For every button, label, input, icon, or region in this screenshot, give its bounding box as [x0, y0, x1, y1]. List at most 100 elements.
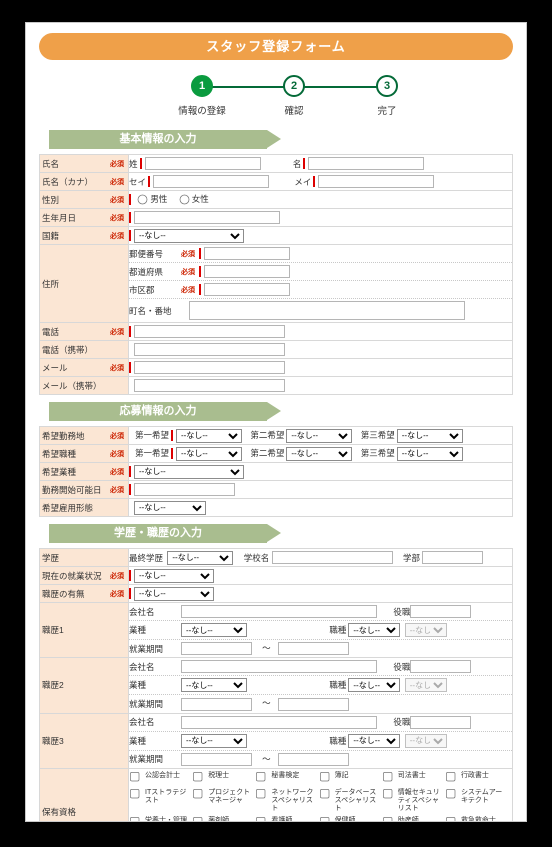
job-choice3-select[interactable]: --なし-- [396, 446, 463, 461]
place-choice1-select[interactable]: --なし-- [176, 428, 242, 443]
school-name-input[interactable] [271, 551, 393, 564]
label-choice2: 第二希望 [250, 429, 285, 440]
mei-input[interactable] [308, 157, 425, 170]
table-row-address: 住所 郵便番号 必須 都道府県 必須 市区郡 必須 町名・番地 [39, 244, 513, 323]
career-1-period-from-input[interactable] [181, 642, 252, 656]
license-checkbox-input-2[interactable] [256, 771, 266, 782]
license-label-4: 司法書士 [397, 771, 426, 779]
career-2-company-input[interactable] [181, 660, 377, 674]
license-checkbox-17[interactable]: 救急救命士 [445, 815, 508, 821]
final-education-select[interactable]: --なし-- [167, 550, 234, 565]
city-input[interactable] [204, 283, 290, 296]
license-checkbox-input-10[interactable] [382, 788, 393, 799]
license-checkbox-input-17[interactable] [445, 816, 456, 821]
sei-input[interactable] [144, 157, 261, 170]
career-3-industry-select[interactable]: --なし-- [181, 733, 247, 748]
license-checkbox-input-8[interactable] [256, 788, 266, 799]
license-checkbox-14[interactable]: 看護師 [255, 815, 318, 821]
license-checkbox-input-0[interactable] [130, 771, 140, 782]
license-checkbox-3[interactable]: 簿記 [319, 770, 382, 787]
career-2-period-from-input[interactable] [181, 697, 252, 711]
career-3-jobtype-sub-select[interactable]: --なし-- [404, 733, 447, 748]
radio-female[interactable]: 女性 [178, 194, 209, 205]
license-checkbox-13[interactable]: 薬剤師 [192, 815, 255, 821]
career-2-period-to-input[interactable] [278, 697, 350, 711]
license-checkbox-16[interactable]: 助産師 [382, 815, 445, 821]
step-2-circle[interactable]: 2 [283, 75, 305, 97]
radio-male-input[interactable] [138, 194, 148, 205]
career-1-jobtype-select[interactable]: --なし-- [348, 623, 401, 637]
career-1-company-input[interactable] [181, 605, 377, 618]
sei-kana-input[interactable] [153, 175, 270, 188]
license-checkbox-input-13[interactable] [193, 816, 203, 821]
license-checkbox-input-1[interactable] [193, 771, 203, 782]
license-checkbox-input-7[interactable] [193, 788, 203, 799]
career-2-industry-select[interactable]: --なし-- [181, 678, 247, 693]
license-checkbox-input-16[interactable] [382, 816, 393, 821]
field-address: 郵便番号 必須 都道府県 必須 市区郡 必須 町名・番地 [128, 244, 513, 323]
job-choice2-select[interactable]: --なし-- [286, 446, 353, 461]
career-1-jobtype-sub-select[interactable]: --なし-- [404, 623, 447, 637]
start-date-input[interactable] [134, 483, 235, 496]
license-checkbox-4[interactable]: 司法書士 [382, 770, 445, 787]
birth-input[interactable] [134, 211, 280, 224]
tel-input[interactable] [134, 325, 285, 338]
career-3-company-input[interactable] [181, 715, 377, 729]
step-1-circle[interactable]: 1 [191, 75, 213, 97]
career-2-position-input[interactable] [410, 660, 472, 674]
radio-female-input[interactable] [179, 194, 190, 205]
town-textarea[interactable] [189, 301, 465, 320]
has-career-select[interactable]: --なし-- [134, 586, 214, 601]
zip-input[interactable] [204, 247, 290, 260]
label-career-3: 職歴3 [39, 712, 129, 769]
license-checkbox-12[interactable]: 栄養士・管理栄養士 [129, 815, 192, 821]
license-checkbox-2[interactable]: 秘書検定 [255, 770, 318, 787]
mei-kana-input[interactable] [318, 175, 435, 188]
license-checkbox-10[interactable]: 情報セキュリティスペシャリスト [382, 787, 445, 815]
career-2-jobtype-sub-select[interactable]: --なし-- [404, 678, 447, 693]
license-checkbox-9[interactable]: データベーススペシャリスト [319, 787, 382, 815]
job-choice1-select[interactable]: --なし-- [176, 446, 242, 461]
license-checkbox-input-12[interactable] [130, 816, 140, 821]
mail-mobile-input[interactable] [134, 379, 285, 392]
field-licenses: 公認会計士 税理士 秘書検定 簿記 司法書士 行政書士 ITストラテジスト プロジェクトマネー… [128, 767, 513, 821]
place-choice2-select[interactable]: --なし-- [286, 428, 353, 443]
career-3-jobtype-select[interactable]: --なし-- [348, 733, 401, 748]
career-1-position-input[interactable] [410, 605, 472, 618]
employment-status-select[interactable]: --なし-- [134, 568, 214, 583]
tel-mobile-input[interactable] [134, 343, 285, 356]
license-checkbox-8[interactable]: ネットワークスペシャリスト [255, 787, 318, 815]
career-3-position-input[interactable] [410, 715, 472, 729]
step-3-circle[interactable]: 3 [376, 75, 398, 97]
license-checkbox-0[interactable]: 公認会計士 [129, 770, 192, 787]
label-tel-mobile: 電話（携帯） [39, 340, 129, 359]
license-checkbox-input-9[interactable] [319, 788, 329, 799]
license-checkbox-11[interactable]: システムアーキテクト [445, 787, 508, 815]
mail-input[interactable] [134, 361, 285, 374]
license-checkbox-7[interactable]: プロジェクトマネージャ [192, 787, 255, 815]
license-checkbox-input-15[interactable] [319, 816, 329, 821]
license-checkbox-1[interactable]: 税理士 [192, 770, 255, 787]
license-checkbox-15[interactable]: 保健師 [319, 815, 382, 821]
radio-male[interactable]: 男性 [136, 194, 167, 205]
employment-type-select[interactable]: --なし-- [134, 500, 206, 515]
industry-select[interactable]: --なし-- [134, 464, 244, 479]
license-checkbox-input-5[interactable] [445, 771, 456, 782]
license-checkbox-input-6[interactable] [130, 788, 140, 799]
license-checkbox-input-11[interactable] [445, 788, 456, 799]
career-3-period-from-input[interactable] [181, 752, 252, 766]
pref-input[interactable] [204, 265, 290, 278]
license-checkbox-5[interactable]: 行政書士 [445, 770, 508, 787]
career-1-period-to-input[interactable] [278, 642, 350, 656]
label-birth: 生年月日 必須 [39, 208, 129, 227]
license-checkbox-input-3[interactable] [319, 771, 329, 782]
career-3-period-to-input[interactable] [278, 752, 350, 766]
nationality-select[interactable]: --なし-- [134, 228, 244, 243]
faculty-input[interactable] [422, 551, 484, 564]
place-choice3-select[interactable]: --なし-- [396, 428, 463, 443]
career-1-industry-select[interactable]: --なし-- [181, 623, 247, 637]
license-checkbox-input-4[interactable] [382, 771, 393, 782]
license-checkbox-input-14[interactable] [256, 816, 266, 821]
license-checkbox-6[interactable]: ITストラテジスト [129, 787, 192, 815]
career-2-jobtype-select[interactable]: --なし-- [348, 678, 401, 693]
